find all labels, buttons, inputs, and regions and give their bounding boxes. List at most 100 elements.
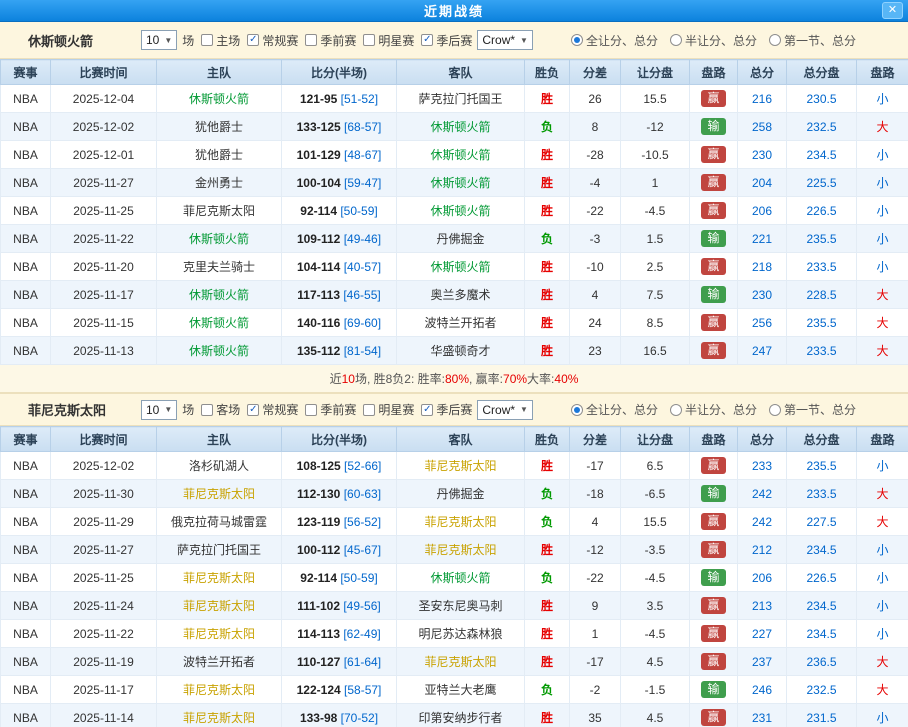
- point-diff-cell: 4: [570, 281, 621, 309]
- over-under-cell: 大: [857, 309, 908, 337]
- bookmaker-value: Crow*: [482, 403, 515, 417]
- chevron-down-icon: ▼: [164, 405, 172, 414]
- match-row: NBA2025-12-02洛杉矶湖人108-125 [52-66]菲尼克斯太阳胜…: [1, 452, 908, 480]
- over-under-cell: 小: [857, 225, 908, 253]
- match-row: NBA2025-11-17休斯顿火箭117-113 [46-55]奥兰多魔术胜4…: [1, 281, 908, 309]
- checkbox-label: 主场: [216, 32, 240, 49]
- win-loss-cell: 胜: [525, 592, 570, 620]
- handicap-line-cell: 4.5: [621, 704, 690, 727]
- bookmaker-select[interactable]: Crow* ▼: [477, 30, 533, 50]
- close-button[interactable]: ✕: [882, 2, 903, 19]
- results-table-suns: 赛事 比赛时间 主队 比分(半场) 客队 胜负 分差 让分盘 盘路 总分 总分盘…: [0, 426, 908, 727]
- odds-type-radio[interactable]: 半让分、总分: [670, 32, 757, 49]
- score-cell: 101-129 [48-67]: [282, 141, 397, 169]
- odds-type-radio[interactable]: 第一节、总分: [769, 32, 856, 49]
- over-under-cell: 大: [857, 113, 908, 141]
- col-header-diff: 分差: [570, 60, 621, 85]
- titlebar: 近期战绩 ✕: [0, 0, 908, 22]
- away-team-cell: 明尼苏达森林狼: [397, 620, 525, 648]
- filter-checkbox[interactable]: 明星赛: [363, 401, 414, 418]
- chevron-down-icon: ▼: [520, 36, 528, 45]
- away-team-cell: 波特兰开拓者: [397, 309, 525, 337]
- away-team-cell: 休斯顿火箭: [397, 141, 525, 169]
- win-loss-cell: 胜: [525, 85, 570, 113]
- score-cell: 114-113 [62-49]: [282, 620, 397, 648]
- checkbox-icon: ✓: [247, 34, 259, 46]
- odds-type-radio[interactable]: 第一节、总分: [769, 401, 856, 418]
- team-name: 休斯顿火箭: [28, 31, 136, 50]
- total-line-cell: 233.5: [787, 337, 857, 365]
- handicap-line-cell: -4.5: [621, 564, 690, 592]
- handicap-line-cell: 7.5: [621, 281, 690, 309]
- col-header-total-line: 总分盘: [787, 427, 857, 452]
- away-team-cell: 菲尼克斯太阳: [397, 508, 525, 536]
- match-date-cell: 2025-11-30: [51, 480, 157, 508]
- games-count-select[interactable]: 10 ▼: [141, 30, 177, 50]
- over-under-cell: 大: [857, 480, 908, 508]
- halftime-score: [61-64]: [344, 655, 381, 669]
- checkbox-label: 常规赛: [262, 401, 298, 418]
- league-cell: NBA: [1, 197, 51, 225]
- filter-checkbox[interactable]: 明星赛: [363, 32, 414, 49]
- col-header-time: 比赛时间: [51, 60, 157, 85]
- total-line-cell: 234.5: [787, 620, 857, 648]
- fulltime-score: 133-98: [300, 711, 337, 725]
- odds-type-radio[interactable]: 全让分、总分: [571, 32, 658, 49]
- away-team-cell: 休斯顿火箭: [397, 253, 525, 281]
- fulltime-score: 122-124: [297, 683, 341, 697]
- filter-checkbox[interactable]: ✓季后赛: [421, 401, 472, 418]
- filter-checkbox[interactable]: 季前赛: [305, 32, 356, 49]
- match-row: NBA2025-11-15休斯顿火箭140-116 [69-60]波特兰开拓者胜…: [1, 309, 908, 337]
- odds-type-radio[interactable]: 半让分、总分: [670, 401, 757, 418]
- team-name: 菲尼克斯太阳: [28, 400, 136, 419]
- filter-checkbox[interactable]: 主场: [201, 32, 240, 49]
- halftime-score: [50-59]: [340, 204, 377, 218]
- filter-checkbox[interactable]: ✓常规赛: [247, 401, 298, 418]
- match-date-cell: 2025-12-02: [51, 113, 157, 141]
- halftime-score: [70-52]: [341, 711, 378, 725]
- score-cell: 121-95 [51-52]: [282, 85, 397, 113]
- filter-checkbox[interactable]: 季前赛: [305, 401, 356, 418]
- checkbox-icon: [305, 34, 317, 46]
- summary-text: 10: [342, 372, 355, 386]
- filter-checkbox[interactable]: ✓常规赛: [247, 32, 298, 49]
- games-count-suffix: 场: [182, 401, 194, 418]
- filter-checkbox[interactable]: 客场: [201, 401, 240, 418]
- checkbox-icon: [201, 404, 213, 416]
- halftime-score: [58-57]: [344, 683, 381, 697]
- total-points-cell: 216: [738, 85, 787, 113]
- checkbox-label: 明星赛: [378, 401, 414, 418]
- away-team-cell: 休斯顿火箭: [397, 169, 525, 197]
- match-date-cell: 2025-11-17: [51, 676, 157, 704]
- summary-text: 80%: [445, 372, 469, 386]
- handicap-result-badge: 赢: [701, 457, 725, 474]
- match-row: NBA2025-11-17菲尼克斯太阳122-124 [58-57]亚特兰大老鹰…: [1, 676, 908, 704]
- handicap-result-badge: 赢: [701, 258, 725, 275]
- total-points-cell: 233: [738, 452, 787, 480]
- chevron-down-icon: ▼: [164, 36, 172, 45]
- handicap-result-badge: 赢: [701, 90, 725, 107]
- halftime-score: [52-66]: [344, 459, 381, 473]
- total-line-cell: 231.5: [787, 704, 857, 727]
- home-team-cell: 俄克拉荷马城雷霆: [157, 508, 282, 536]
- league-cell: NBA: [1, 536, 51, 564]
- filter-checkbox[interactable]: ✓季后赛: [421, 32, 472, 49]
- halftime-score: [46-55]: [343, 288, 380, 302]
- match-date-cell: 2025-11-14: [51, 704, 157, 727]
- col-header-away: 客队: [397, 60, 525, 85]
- home-team-cell: 萨克拉门托国王: [157, 536, 282, 564]
- fulltime-score: 108-125: [297, 459, 341, 473]
- over-under-cell: 小: [857, 592, 908, 620]
- col-header-home: 主队: [157, 60, 282, 85]
- games-count-select[interactable]: 10 ▼: [141, 400, 177, 420]
- total-points-cell: 218: [738, 253, 787, 281]
- games-count-value: 10: [146, 403, 159, 417]
- match-date-cell: 2025-11-13: [51, 337, 157, 365]
- total-line-cell: 233.5: [787, 480, 857, 508]
- handicap-line-cell: -10.5: [621, 141, 690, 169]
- handicap-line-cell: -1.5: [621, 676, 690, 704]
- bookmaker-select[interactable]: Crow* ▼: [477, 400, 533, 420]
- odds-type-radio[interactable]: 全让分、总分: [571, 401, 658, 418]
- radio-icon: [571, 34, 583, 46]
- handicap-result-cell: 赢: [690, 620, 738, 648]
